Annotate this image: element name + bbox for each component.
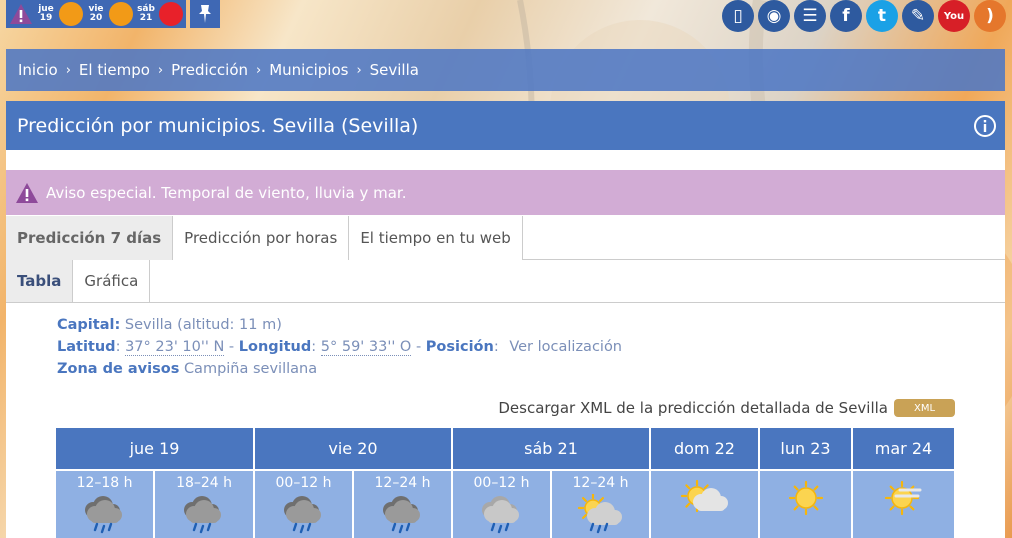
sun-cloud-icon [680,479,728,513]
rain-storm-icon [382,496,420,534]
pin-location-button[interactable] [190,0,220,28]
rain-light-icon [481,496,519,534]
period-label: 12–24 h [572,475,629,491]
rain-storm-icon [283,496,321,534]
zona-row: Zona de avisos Campiña sevillana [57,361,318,377]
day-header: jue 19 [56,428,255,470]
period-label: 00–12 h [473,475,530,491]
alert-level-dot [159,2,183,26]
warning-icon [16,182,38,203]
forecast-period-cell [759,469,853,538]
view-tabs: Tabla Gráfica [6,260,1005,303]
coords-row: Latitud: 37° 23' 10'' N - Longitud: 5° 5… [57,339,623,356]
day-header: sáb 21 [452,428,651,470]
alert-level-dot [59,2,83,26]
latitude-value: 37° 23' 10'' N [125,339,225,356]
breadcrumb: Inicio › El tiempo › Predicción › Municipio… [6,49,1005,91]
longitude-value: 5° 59' 33'' O [320,339,412,356]
mobile-icon[interactable]: ▯ [722,0,754,32]
warning-text: Aviso especial. Temporal de viento, lluv… [46,183,407,202]
breadcrumb-inicio[interactable]: Inicio [18,61,58,79]
special-warning-banner[interactable]: Aviso especial. Temporal de viento, lluv… [6,170,1005,215]
breadcrumb-el-tiempo[interactable]: El tiempo [79,61,150,79]
title-bar: Predicción por municipios. Sevilla (Sevi… [6,101,1005,150]
period-label: 00–12 h [275,475,332,491]
tab-grafica[interactable]: Gráfica [73,260,151,302]
period-row: 12–18 h 18–24 h 00–12 h 12–24 h 00–12 h 12–24… [56,469,954,538]
location-info: Capital: Sevilla (altitud: 11 m) Latitud… [57,314,622,380]
forecast-period-cell: 12–24 h [353,469,453,538]
day-header: lun 23 [759,428,853,470]
breadcrumb-municipios[interactable]: Municipios [269,61,348,79]
tab-el-tiempo-en-tu-web[interactable]: El tiempo en tu web [349,216,523,260]
alert-day-2: vie 20 [88,4,104,23]
forecast-period-cell [852,469,954,538]
day-header: mar 24 [852,428,954,470]
facebook-icon[interactable]: f [830,0,862,32]
period-label: 12–18 h [76,475,133,491]
day-header: dom 22 [650,428,760,470]
page-title: Predicción por municipios. Sevilla (Sevi… [17,114,419,137]
forecast-period-cell [650,469,760,538]
main-panel: Predicción por municipios. Sevilla (Sevi… [6,101,1005,538]
forecast-period-cell: 00–12 h [452,469,552,538]
forecast-period-cell: 12–18 h [56,469,156,538]
breadcrumb-current: Sevilla [369,61,419,79]
alert-day-1: jue 19 [38,4,54,23]
pin-icon [199,5,211,23]
rss-icon[interactable]: ) [974,0,1006,32]
alert-day-3: sáb 21 [137,4,155,23]
forecast-table: jue 19 vie 20 sáb 21 dom 22 lun 23 mar 2… [56,428,954,538]
sun-rain-icon [577,494,622,534]
tab-tabla[interactable]: Tabla [6,260,74,302]
youtube-icon[interactable]: You [938,0,970,32]
alerts-summary[interactable]: jue 19 vie 20 sáb 21 [6,0,186,28]
period-label: 12–24 h [374,475,431,491]
capital-row: Capital: Sevilla (altitud: 11 m) [57,317,282,333]
list-icon[interactable]: ☰ [794,0,826,32]
blog-icon[interactable]: ✎ [902,0,934,32]
forecast-period-cell: 12–24 h [551,469,651,538]
rain-storm-icon [84,496,122,534]
tab-prediccion-por-horas[interactable]: Predicción por horas [173,216,350,260]
social-links: ▯ ◉ ☰ f t ✎ You ) [722,0,1006,32]
info-icon[interactable] [973,114,997,138]
podcast-icon[interactable]: ◉ [758,0,790,32]
xml-badge[interactable]: XML [894,399,955,417]
alerts-bar[interactable]: jue 19 vie 20 sáb 21 [6,0,220,28]
forecast-period-cell: 00–12 h [254,469,354,538]
twitter-icon[interactable]: t [866,0,898,32]
rain-storm-icon [184,496,222,534]
zona-avisos-link[interactable]: Campiña sevillana [184,361,317,377]
alert-level-dot [109,2,133,26]
sun-icon [788,480,823,516]
xml-download-link[interactable]: Descargar XML de la predicción detallada… [498,399,888,417]
forecast-period-cell: 18–24 h [154,469,255,538]
day-header: vie 20 [254,428,453,470]
main-tabs: Predicción 7 días Predicción por horas E… [6,216,1005,260]
warning-icon [10,4,32,24]
sun-haze-icon [884,480,921,516]
tab-prediccion-7-dias[interactable]: Predicción 7 días [6,216,174,260]
period-label: 18–24 h [176,475,233,491]
breadcrumb-prediccion[interactable]: Predicción [171,61,248,79]
xml-download: Descargar XML de la predicción detallada… [498,399,955,417]
ver-localizacion-link[interactable]: Ver localización [509,339,622,355]
